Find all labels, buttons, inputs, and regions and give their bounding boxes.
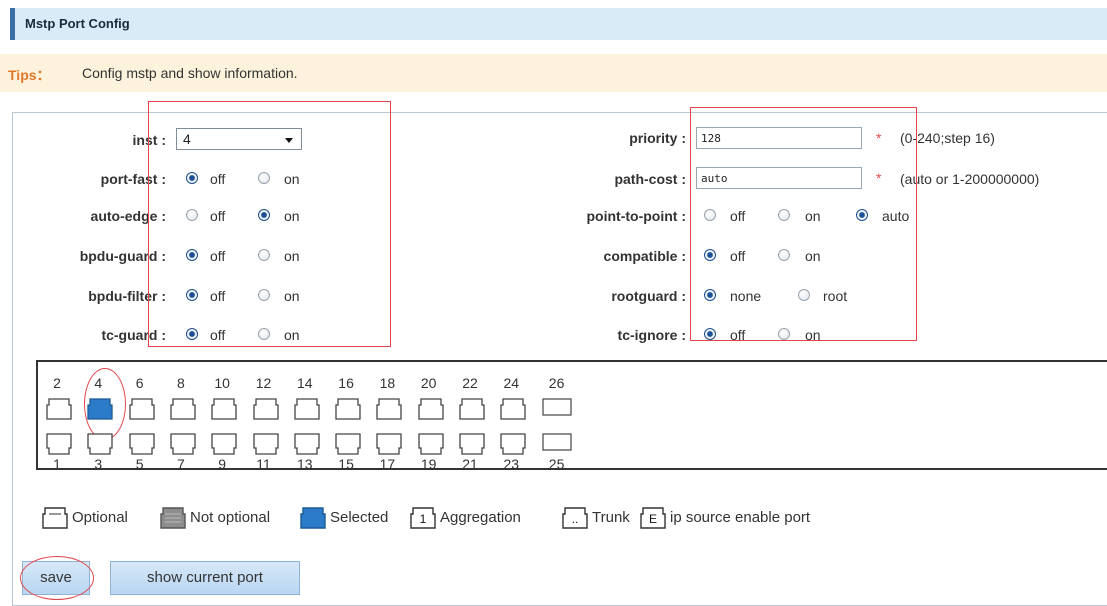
port-25[interactable] — [541, 432, 572, 456]
port-number-4: 4 — [94, 375, 103, 391]
port-number-11: 11 — [256, 456, 271, 472]
port-number-20: 20 — [420, 375, 437, 391]
selected-port-icon — [300, 506, 326, 530]
port-number-5: 5 — [135, 456, 144, 472]
port-fast-label: port-fast : — [100, 171, 166, 187]
not-optional-port-icon — [160, 506, 186, 530]
ip-source-port-icon: E — [640, 506, 666, 530]
tips-bar: Tips： Config mstp and show information. — [0, 54, 1107, 92]
port-16[interactable] — [335, 397, 361, 421]
port-number-3: 3 — [94, 456, 103, 472]
point-to-point-label: point-to-point : — [586, 208, 686, 224]
svg-text:..: .. — [572, 512, 579, 526]
show-current-port-button[interactable]: show current port — [110, 561, 300, 595]
port-number-6: 6 — [135, 375, 144, 391]
port-2[interactable] — [46, 397, 72, 421]
tc-guard-label: tc-guard : — [101, 327, 166, 343]
trunk-port-icon: .. — [562, 506, 588, 530]
port-9[interactable] — [211, 432, 237, 456]
port-number-7: 7 — [176, 456, 185, 472]
port-number-15: 15 — [338, 456, 354, 472]
port-23[interactable] — [500, 432, 526, 456]
port-number-19: 19 — [420, 456, 437, 472]
bpdu-filter-label: bpdu-filter : — [88, 288, 166, 304]
port-10[interactable] — [211, 397, 237, 421]
port-12[interactable] — [252, 397, 279, 421]
page-title: Mstp Port Config — [25, 16, 130, 31]
port-number-10: 10 — [214, 375, 230, 391]
port-number-12: 12 — [255, 375, 272, 391]
port-15[interactable] — [335, 432, 361, 456]
port-17[interactable] — [376, 432, 403, 456]
legend-ip-source: ip source enable port — [670, 509, 811, 526]
legend-selected: Selected — [330, 509, 389, 526]
port-number-22: 22 — [462, 375, 478, 391]
port-number-17: 17 — [379, 456, 396, 472]
port-6[interactable] — [128, 397, 155, 421]
legend-trunk: Trunk — [592, 509, 630, 526]
legend-not-optional: Not optional — [190, 509, 271, 526]
port-number-16: 16 — [338, 375, 354, 391]
port-number-14: 14 — [297, 375, 313, 391]
port-13[interactable] — [294, 432, 320, 456]
auto-edge-label: auto-edge : — [90, 208, 166, 224]
priority-label: priority : — [629, 130, 686, 146]
port-number-24: 24 — [503, 375, 520, 391]
port-14[interactable] — [294, 397, 320, 421]
tips-text: Config mstp and show information. — [82, 65, 298, 81]
port-8[interactable] — [170, 397, 196, 421]
port-number-1: 1 — [53, 456, 61, 472]
port-21[interactable] — [459, 432, 485, 456]
port-18[interactable] — [376, 397, 403, 421]
svg-text:E: E — [649, 512, 657, 526]
legend-optional: Optional — [72, 509, 128, 526]
legend-aggregation: Aggregation — [440, 509, 521, 526]
port-number-23: 23 — [503, 456, 520, 472]
port-number-18: 18 — [379, 375, 396, 391]
bpdu-guard-label: bpdu-guard : — [79, 248, 166, 264]
port-26[interactable] — [541, 397, 572, 421]
annotation-box-right — [690, 107, 917, 341]
compatible-label: compatible : — [603, 248, 686, 264]
port-22[interactable] — [459, 397, 485, 421]
port-24[interactable] — [500, 397, 526, 421]
port-7[interactable] — [170, 432, 196, 456]
optional-port-icon — [42, 506, 68, 530]
port-19[interactable] — [418, 432, 444, 456]
port-number-2: 2 — [53, 375, 61, 391]
port-20[interactable] — [418, 397, 444, 421]
port-11[interactable] — [252, 432, 279, 456]
port-number-8: 8 — [176, 375, 185, 391]
port-5[interactable] — [128, 432, 155, 456]
aggregation-port-icon: 1 — [410, 506, 436, 530]
port-number-25: 25 — [548, 456, 565, 472]
tc-ignore-label: tc-ignore : — [617, 327, 686, 343]
port-number-26: 26 — [548, 375, 565, 391]
port-3[interactable] — [87, 432, 113, 456]
port-number-9: 9 — [218, 456, 227, 472]
path-cost-hint: (auto or 1-200000000) — [900, 171, 1040, 187]
port-4-selected[interactable] — [87, 397, 113, 421]
annotation-box-left — [148, 101, 391, 347]
path-cost-label: path-cost : — [614, 171, 686, 187]
port-number-13: 13 — [297, 456, 313, 472]
annotation-oval-save — [20, 556, 94, 600]
page-title-bar: Mstp Port Config — [10, 8, 1107, 40]
port-1[interactable] — [46, 432, 72, 456]
svg-text:1: 1 — [420, 512, 427, 526]
tips-label: Tips： — [8, 67, 51, 83]
port-number-21: 21 — [462, 456, 478, 472]
rootguard-label: rootguard : — [611, 288, 686, 304]
